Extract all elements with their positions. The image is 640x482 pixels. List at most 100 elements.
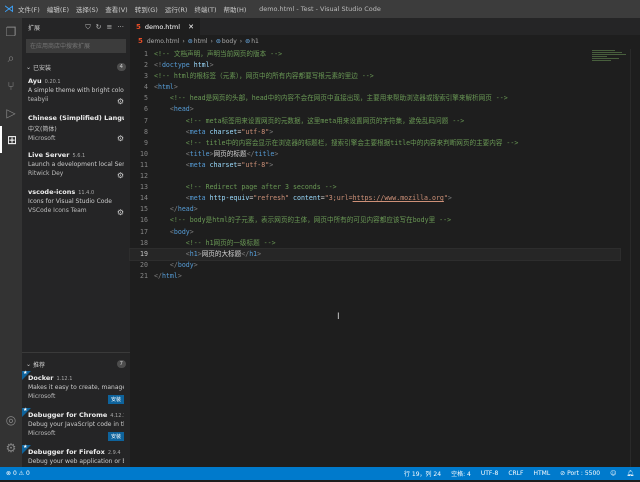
files-icon[interactable]: ❐ [0,18,22,45]
code-line[interactable]: 14 < meta http-equiv = "refresh" content = "3… [130,193,620,204]
extension-title: vscode-icons [28,188,76,196]
menu-item[interactable]: 终端(T) [194,6,216,14]
code-line[interactable]: 19 < h1 > 网页的大标题 </h1 > [129,247,621,261]
extension-item[interactable]: Ayu 0.20.1 A simple theme with bright colo… [22,74,130,111]
extensions-icon[interactable]: ⊞ [0,126,22,153]
extension-publisher: teabyii [28,96,49,103]
extension-item[interactable]: vscode-icons 11.4.0 Icons for Visual Studi… [22,185,130,222]
extension-description: Debug your web application or brows... [28,458,124,465]
extension-search-input[interactable] [26,39,126,53]
code-line[interactable]: 4 < html > [130,82,620,93]
code-line[interactable]: 6 < head > [130,104,620,115]
extension-version: 2.9.4 [107,450,121,456]
breadcrumb-item[interactable]: body [222,38,237,45]
search-icon[interactable]: ⌕ [0,45,22,72]
code-token: html [189,61,210,70]
code-line[interactable]: 15 </head > [130,204,620,215]
encoding[interactable]: UTF-8 [481,470,499,477]
indentation[interactable]: 空格: 4 [451,469,471,478]
breadcrumb-item[interactable]: h1 [251,38,259,45]
code-line[interactable]: 1 <!-- 文档声明，声明当前网页的版本 --> [130,49,620,60]
element-icon: ⊜ [187,37,193,45]
extension-description: Debug your JavaScript code in the Ch... [28,421,124,428]
menu-item[interactable]: 查看(V) [105,6,128,14]
manage-gear-icon[interactable]: ⚙ [117,208,124,217]
code-token: "refresh" [253,194,290,203]
line-number: 8 [144,127,148,136]
gear-icon[interactable]: ⚙ [0,434,22,461]
clear-icon[interactable]: ≡ [106,23,112,31]
extension-item[interactable]: Live Server 5.6.1 Launch a development loc… [22,148,130,185]
code-line[interactable]: 8 < meta charset = "utf-8" > [130,127,620,138]
menu-item[interactable]: 选择(S) [76,6,98,14]
status-bar: ⊗ 0 ⚠ 0 行 19，列 24 空格: 4 UTF-8 CRLF HTML … [0,467,640,480]
code-token: meta [189,127,206,136]
language-mode[interactable]: HTML [533,470,550,477]
close-icon[interactable]: ✕ [188,23,194,31]
code-line[interactable]: 2 <! doctype html > [130,60,620,71]
code-line[interactable]: 21 </html > [130,271,620,282]
manage-gear-icon[interactable]: ⚙ [117,171,124,180]
feedback-icon[interactable]: ☺ [610,470,616,477]
extension-item[interactable]: ★ Docker 1.12.1 Makes it easy to create, ma… [22,370,130,408]
breadcrumb-item[interactable]: html [194,38,208,45]
cursor-position[interactable]: 行 19，列 24 [404,469,441,478]
live-server-port[interactable]: ⊘ Port : 5500 [560,470,600,477]
source-control-icon[interactable]: ⑂ [0,72,22,99]
code-line[interactable]: 17 < body > [130,227,620,238]
code-line[interactable]: 11 < meta charset = "utf-8" > [130,160,620,171]
minimap[interactable] [592,49,630,74]
menu-item[interactable]: 转到(G) [135,6,158,14]
errors-indicator[interactable]: ⊗ 0 ⚠ 0 [6,470,30,477]
install-button[interactable]: 安装 [107,395,124,404]
editor-scrollbar[interactable] [630,49,640,467]
refresh-icon[interactable]: ↻ [96,23,102,31]
extension-title: Docker [28,374,54,382]
installed-section-header[interactable]: ⌄ 已安装 4 [22,60,130,74]
code-line[interactable]: 7 <!-- meta标签用来设置网页的元数据，这里meta用来设置网页的字符集… [130,116,620,127]
code-token: <!-- body是html的子元素，表示网页的主体，网页中所有的可见内容都应该… [169,216,452,225]
code-line[interactable]: 5 <!-- head是网页的头部，head中的内容不会在网页中直接出现，主要用… [130,93,620,104]
tab-demo-html[interactable]: 5 demo.html ✕ [130,18,200,35]
extension-name: Chinese (Simplified) Langu...1.56.2 [28,114,124,122]
code-line[interactable]: 16 <!-- body是html的子元素，表示网页的主体，网页中所有的可见内容… [130,215,620,226]
line-number: 1 [144,50,148,58]
code-editor[interactable]: 1 <!-- 文档声明，声明当前网页的版本 --> 2 <! doctype html >… [129,49,621,282]
code-line[interactable]: 3 <!-- html的根标签（元素），网页中的所有内容都要写根元素的里边 --> [130,71,620,82]
line-number: 12 [140,172,148,181]
code-line[interactable]: 13 <!-- Redirect page after 3 seconds --… [130,182,620,193]
code-token: title [254,149,275,158]
code-line[interactable]: 10 < title > 网页的标题 </title > [130,149,620,160]
manage-gear-icon[interactable]: ⚙ [117,97,124,106]
extension-item[interactable]: ★Debugger for Chrome4.12.12 Debug your Ja… [22,407,130,445]
account-icon[interactable]: ◎ [0,406,22,433]
line-ending[interactable]: CRLF [508,470,523,477]
manage-gear-icon[interactable]: ⚙ [117,134,124,143]
code-line[interactable]: 12 [130,171,620,182]
code-token: <!-- head是网页的头部，head中的内容不会在网页中直接出现，主要用来帮… [169,94,508,103]
extension-name: Ayu 0.20.1 [28,77,124,85]
breadcrumb-item[interactable]: demo.html [147,38,179,45]
code-token: </ [241,249,250,258]
notifications-bell-icon[interactable]: 🔔︎ [626,470,634,477]
install-button[interactable]: 安装 [107,432,124,441]
run-debug-icon[interactable]: ▷ [0,99,22,126]
code-line[interactable]: 9 <!-- title中的内容会显示在浏览器的标题栏，搜索引擎会主要根据tit… [130,138,620,149]
code-line[interactable]: 20 </body > [130,260,620,271]
code-token: body [177,260,194,269]
more-icon[interactable]: ··· [117,23,124,31]
menu-item[interactable]: 文件(F) [18,6,40,14]
code-token: meta [189,160,206,169]
menu-item[interactable]: 帮助(H) [223,6,246,14]
code-token: title [189,149,210,158]
menu-item[interactable]: 编辑(E) [47,6,69,14]
recommended-section-header[interactable]: ⌄ 推荐 7 [22,357,130,371]
line-number: 5 [144,94,148,103]
menu-item[interactable]: 运行(R) [165,6,188,14]
filter-icon[interactable]: ⛉ [85,23,90,32]
code-line[interactable]: 18 <!-- h1网页的一级标题 --> [130,238,620,249]
extension-publisher: Ritwick Dey [28,170,64,177]
extension-item[interactable]: Chinese (Simplified) Langu...1.56.2 中文(简体… [22,111,130,148]
